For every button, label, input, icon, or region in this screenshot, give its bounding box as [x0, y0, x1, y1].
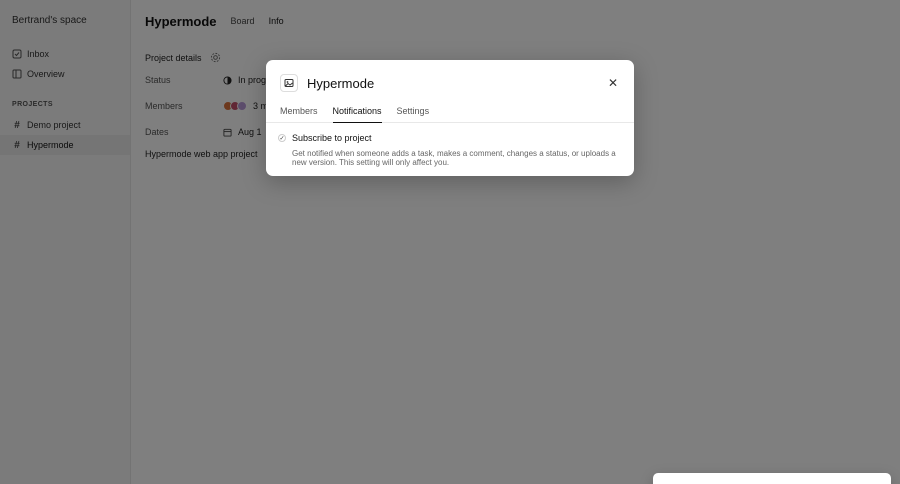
tab-notifications[interactable]: Notifications: [332, 106, 382, 123]
modal-header: Hypermode ✕: [266, 60, 634, 106]
tab-members[interactable]: Members: [280, 106, 318, 123]
subscribe-checkbox[interactable]: ✓: [278, 134, 286, 142]
modal-title: Hypermode: [307, 75, 375, 91]
subscribe-title: Subscribe to project: [292, 133, 372, 143]
tab-settings[interactable]: Settings: [397, 106, 430, 123]
project-modal: Hypermode ✕ Members Notifications Settin…: [266, 60, 634, 176]
close-icon[interactable]: ✕: [606, 76, 620, 90]
modal-tabs: Members Notifications Settings: [266, 106, 634, 123]
subscribe-description: Get notified when someone adds a task, m…: [292, 149, 616, 167]
subscribe-option-body: Subscribe to project Get notified when s…: [292, 133, 622, 167]
subscribe-option: ✓ Subscribe to project Get notified when…: [266, 123, 634, 167]
image-icon: [280, 74, 298, 92]
toast-notification[interactable]: [653, 473, 891, 484]
